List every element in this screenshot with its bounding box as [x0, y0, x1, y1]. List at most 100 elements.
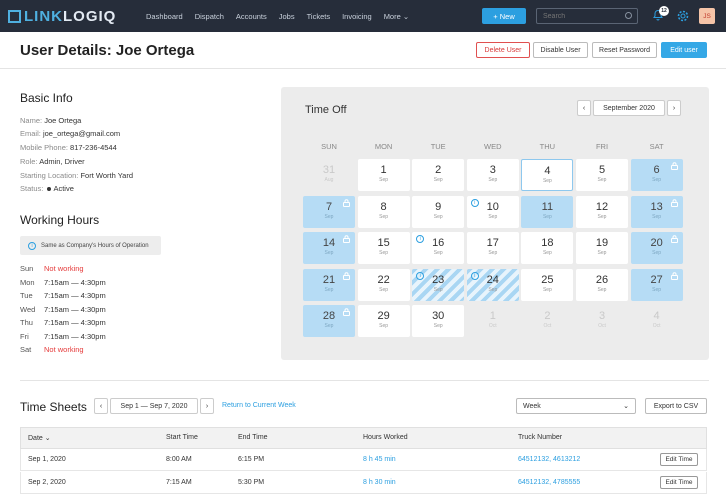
- calendar-prev-button[interactable]: ‹: [577, 100, 591, 116]
- chevron-right-icon: ›: [672, 104, 676, 112]
- calendar-day[interactable]: 13 Sep: [630, 195, 683, 228]
- nav-invoicing[interactable]: Invoicing: [342, 12, 372, 21]
- calendar-day[interactable]: 20 Sep: [630, 232, 683, 264]
- day-month: Oct: [488, 323, 497, 329]
- search-input[interactable]: [536, 8, 638, 24]
- weekday-label: SAT: [649, 142, 664, 151]
- nav-dashboard[interactable]: Dashboard: [146, 12, 183, 21]
- calendar-day[interactable]: 14 Sep: [303, 232, 355, 264]
- logo-text-b: LOGIQ: [63, 7, 117, 25]
- return-current-week-link[interactable]: Return to Current Week: [222, 402, 296, 409]
- calendar-day[interactable]: i 23 Sep: [412, 268, 465, 301]
- avatar[interactable]: JS: [699, 8, 715, 24]
- week-next-button[interactable]: ›: [200, 398, 214, 414]
- wh-hours: Not working: [44, 264, 84, 273]
- calendar-day[interactable]: 7 Sep: [303, 195, 355, 228]
- nav-jobs[interactable]: Jobs: [279, 12, 295, 21]
- calendar-day[interactable]: 3 Sep: [466, 159, 519, 191]
- day-month: Sep: [597, 286, 607, 293]
- calendar-day[interactable]: i 24 Sep: [466, 268, 519, 301]
- lock-icon: [670, 271, 678, 280]
- calendar-day[interactable]: 25 Sep: [521, 268, 574, 301]
- lock-icon: [343, 235, 350, 243]
- day-number: 18: [541, 237, 554, 249]
- day-number: 26: [595, 273, 609, 286]
- reset-password-button[interactable]: Reset Password: [592, 42, 657, 58]
- cell-start: 8:00 AM: [166, 456, 192, 463]
- day-month: Sep: [433, 323, 443, 329]
- weekday-label: SUN: [321, 142, 337, 151]
- logo-text-a: LINK: [24, 7, 63, 25]
- calendar-day[interactable]: 4 Sep: [521, 159, 574, 191]
- day-month: Sep: [379, 250, 389, 256]
- week-prev-button[interactable]: ‹: [94, 398, 108, 414]
- basic-info-title: Basic Info: [20, 91, 73, 105]
- wh-hours: 7:15am — 4:30pm: [44, 304, 106, 314]
- disable-user-button[interactable]: Disable User: [533, 42, 588, 58]
- calendar-day[interactable]: 22 Sep: [357, 268, 410, 301]
- logo[interactable]: LINKLOGIQ: [8, 8, 126, 25]
- calendar-day[interactable]: 29 Sep: [357, 305, 410, 337]
- calendar-day[interactable]: 18 Sep: [521, 232, 574, 264]
- day-number: 8: [380, 200, 387, 213]
- calendar-day[interactable]: 28 Sep: [303, 305, 355, 337]
- edit-time-button[interactable]: Edit Time: [660, 476, 698, 489]
- chevron-left-icon: ‹: [582, 104, 586, 112]
- calendar-day[interactable]: 17 Sep: [466, 232, 519, 264]
- calendar-day[interactable]: 5 Sep: [576, 159, 628, 191]
- logo-icon: [8, 9, 21, 23]
- working-hours-row: Sun Not working: [20, 264, 84, 273]
- lock-icon: [343, 308, 350, 316]
- nav-tickets[interactable]: Tickets: [307, 12, 330, 21]
- cell-truck[interactable]: 64512132, 4613212: [518, 456, 580, 463]
- table-header: Date ⌄ Start Time End Time Hours Worked …: [20, 427, 707, 449]
- nav-accounts[interactable]: Accounts: [236, 12, 267, 21]
- calendar-day[interactable]: 6 Sep: [630, 159, 683, 191]
- day-month: Sep: [433, 213, 443, 220]
- calendar-day[interactable]: 19 Sep: [576, 232, 628, 264]
- day-month: Sep: [652, 250, 662, 256]
- calendar-day[interactable]: 26 Sep: [576, 268, 628, 301]
- calendar-day: 4 Oct: [631, 305, 683, 337]
- section-divider: [20, 380, 709, 381]
- calendar-day[interactable]: 12 Sep: [576, 195, 628, 228]
- calendar-day[interactable]: 2 Sep: [412, 159, 465, 191]
- calendar-day[interactable]: 1 Sep: [357, 159, 410, 191]
- calendar-next-button[interactable]: ›: [667, 100, 681, 116]
- day-month: Sep: [324, 250, 334, 256]
- calendar-day[interactable]: i 16 Sep: [412, 232, 465, 264]
- delete-user-button[interactable]: Delete User: [476, 42, 530, 58]
- calendar-day[interactable]: 11 Sep: [521, 195, 574, 228]
- info-icon: i: [28, 241, 36, 250]
- nav-dispatch[interactable]: Dispatch: [195, 12, 224, 21]
- day-month: Sep: [652, 177, 662, 183]
- calendar-day[interactable]: 30 Sep: [412, 305, 465, 337]
- weekday-label: WED: [484, 142, 502, 151]
- edit-user-button[interactable]: Edit user: [661, 42, 707, 58]
- cell-hours[interactable]: 8 h 30 min: [363, 479, 396, 486]
- edit-time-button[interactable]: Edit Time: [660, 453, 698, 466]
- info-phone: Mobile Phone: 817-236-4544: [20, 143, 117, 152]
- lock-icon: [670, 162, 678, 170]
- day-month: Sep: [488, 213, 498, 220]
- wh-day: Thu: [20, 318, 33, 327]
- calendar-day[interactable]: 8 Sep: [357, 195, 410, 228]
- cell-truck[interactable]: 64512132, 4785555: [518, 479, 580, 486]
- export-csv-button[interactable]: Export to CSV: [645, 398, 707, 414]
- cell-hours[interactable]: 8 h 45 min: [363, 456, 396, 463]
- calendar-day[interactable]: 15 Sep: [357, 232, 410, 264]
- nav-more[interactable]: More ⌄: [384, 12, 409, 21]
- day-month: Sep: [324, 286, 334, 293]
- calendar-day[interactable]: 9 Sep: [412, 195, 465, 228]
- calendar-day[interactable]: 27 Sep: [630, 268, 683, 301]
- period-select[interactable]: Week ⌄: [516, 398, 636, 414]
- day-number: 31: [322, 164, 336, 176]
- calendar-day[interactable]: 21 Sep: [303, 268, 355, 301]
- col-date[interactable]: Date ⌄: [28, 434, 51, 442]
- calendar-day: 2 Oct: [521, 305, 573, 337]
- calendar-day[interactable]: i 10 Sep: [466, 195, 519, 228]
- new-button[interactable]: + New: [482, 8, 526, 24]
- day-month: Sep: [379, 213, 389, 220]
- gear-icon[interactable]: [676, 9, 690, 23]
- day-month: Sep: [542, 286, 552, 293]
